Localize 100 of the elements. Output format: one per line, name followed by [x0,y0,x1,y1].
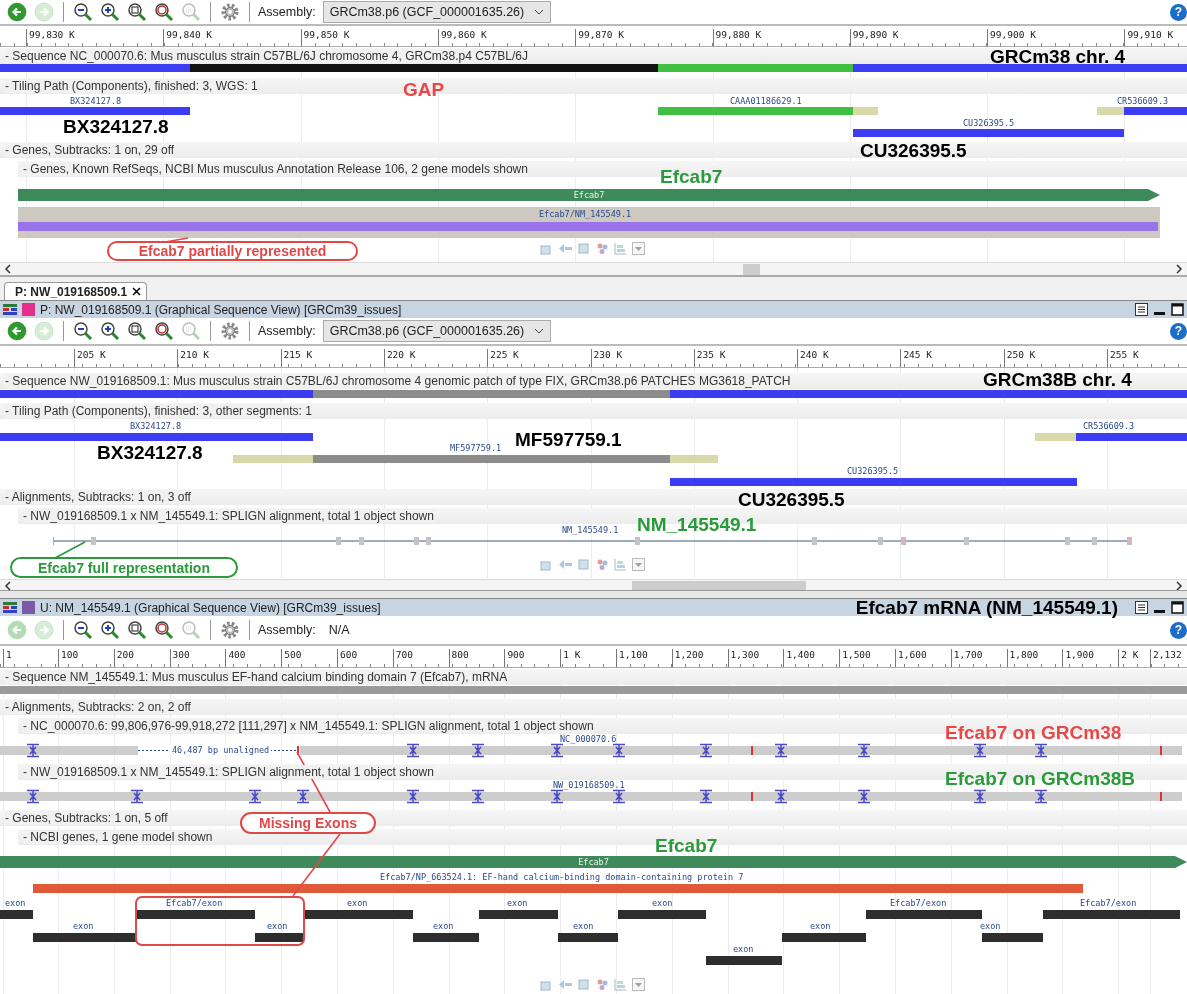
exon-bar[interactable] [255,933,303,942]
maximize-icon[interactable] [1171,303,1184,316]
zoom-out-icon[interactable] [72,320,94,342]
component-bar[interactable] [670,455,718,463]
maximize-icon[interactable] [1171,601,1184,614]
scrollbar[interactable] [0,262,1187,275]
track-title[interactable]: - Tiling Path (Components), finished: 3, other segments: 1 [5,404,312,418]
copy-icon[interactable] [540,978,553,991]
dots-icon[interactable] [596,978,609,991]
transcript-bar[interactable] [18,222,1158,231]
scroll-right-icon[interactable] [1174,264,1184,274]
exon-bar[interactable] [782,933,866,942]
list-icon[interactable] [1135,601,1148,614]
zoom-marker-icon[interactable] [153,1,175,23]
settings-icon[interactable] [219,320,241,342]
layout-icon[interactable] [614,558,627,571]
track-title[interactable]: - Tiling Path (Components), finished: 3, WGS: 1 [5,79,258,93]
back-icon[interactable] [6,1,28,23]
scrollbar-thumb[interactable] [743,264,760,275]
dropdown-icon[interactable] [632,242,645,255]
track-title[interactable]: - Sequence NC_000070.6: Mus musculus strain C57BL/6J chromosome 4, GRCm38.p4 C57BL/6J [5,49,528,63]
track-title[interactable]: - Genes, Known RefSeqs, NCBI Mus musculus Annotation Release 106, 2 gene models shown [23,162,528,176]
move-icon[interactable] [558,978,573,991]
track-title[interactable]: - NCBI genes, 1 gene model shown [23,830,213,844]
track-title[interactable]: - Sequence NW_019168509.1: Mus musculus strain C57BL/6J chromosome 4 genomic patch of type FIX, GRCm38.p6 PATCHES MG3618_PATCH [5,374,791,388]
dots-icon[interactable] [596,242,609,255]
track-title[interactable]: - Alignments, Subtracks: 1 on, 3 off [5,490,191,504]
help-button[interactable]: ? [1170,621,1187,639]
zoom-fit-icon[interactable] [126,1,148,23]
copy-icon[interactable] [540,242,553,255]
scroll-left-icon[interactable] [3,264,13,274]
dropdown-icon[interactable] [632,978,645,991]
component-bar[interactable] [853,129,1124,137]
protein-bar[interactable] [33,884,1083,893]
track-title[interactable]: - Sequence NM_145549.1: Mus musculus EF-hand calcium binding domain 7 (Efcab7), mRNA [5,670,508,684]
component-bar[interactable] [0,433,313,441]
exon-bar[interactable] [413,933,479,942]
track-title[interactable]: - Genes, Subtracks: 1 on, 5 off [5,811,168,825]
exon-bar[interactable] [706,956,782,965]
close-icon[interactable] [132,287,142,296]
frame-icon[interactable] [578,242,591,255]
assembly-dropdown[interactable]: GRCm38.p6 (GCF_000001635.26) [322,1,552,23]
zoom-fit-icon[interactable] [126,619,148,641]
callout: Missing Exons [240,812,376,834]
exon-bar[interactable] [866,910,982,919]
track-title[interactable]: - NW_019168509.1 x NM_145549.1: SPLIGN alignment, total 1 object shown [23,509,434,523]
copy-icon[interactable] [540,558,553,571]
help-button[interactable]: ? [1170,322,1187,340]
track-title[interactable]: - Genes, Subtracks: 1 on, 29 off [5,143,175,157]
help-button[interactable]: ? [1170,3,1187,21]
component-bar[interactable] [1097,107,1124,115]
list-icon[interactable] [1135,303,1148,316]
zoom-out-icon[interactable] [72,619,94,641]
layout-icon[interactable] [614,978,627,991]
component-bar[interactable] [0,107,190,115]
callout: Efcab7 partially represented [107,241,358,261]
exon-bar[interactable] [618,910,706,919]
ruler-label: 1,400 [783,649,815,667]
exon-bar[interactable] [137,910,255,919]
scroll-left-icon[interactable] [3,581,13,590]
zoom-fit-icon[interactable] [126,320,148,342]
scrollbar-thumb[interactable] [632,581,806,590]
track-title[interactable]: - Alignments, Subtracks: 2 on, 2 off [5,700,191,714]
layout-icon[interactable] [614,242,627,255]
exon-bar[interactable] [479,910,558,919]
exon-bar[interactable] [1043,910,1180,919]
zoom-out-icon[interactable] [72,1,94,23]
settings-icon[interactable] [219,1,241,23]
scroll-right-icon[interactable] [1174,581,1184,590]
component-bar[interactable] [670,478,1077,486]
exon-bar[interactable] [558,933,618,942]
exon-bar[interactable] [33,933,137,942]
dropdown-icon[interactable] [632,558,645,571]
dots-icon[interactable] [596,558,609,571]
assembly-dropdown[interactable]: GRCm38.p6 (GCF_000001635.26) [322,320,552,342]
exon-bar[interactable] [305,910,413,919]
component-bar[interactable] [1076,433,1187,441]
component-bar[interactable] [853,107,878,115]
zoom-in-icon[interactable] [99,1,121,23]
back-icon[interactable] [6,320,28,342]
component-bar[interactable] [1035,433,1076,441]
component-bar[interactable] [313,455,670,463]
component-bar[interactable] [233,455,313,463]
track-title[interactable]: - NC_000070.6: 99,806,976-99,918,272 [111,297] x NM_145549.1: SPLIGN alignment, total 1 object shown [23,719,594,733]
move-icon[interactable] [558,242,573,255]
component-bar[interactable] [658,107,853,115]
frame-icon[interactable] [578,978,591,991]
annotation-label: GRCm38B chr. 4 [983,370,1132,390]
exon-bar[interactable] [982,933,1043,942]
settings-icon[interactable] [219,619,241,641]
zoom-in-icon[interactable] [99,619,121,641]
move-icon[interactable] [558,558,573,571]
exon-bar[interactable] [0,910,33,919]
track-title[interactable]: - NW_019168509.1 x NM_145549.1: SPLIGN alignment, total 1 object shown [23,765,434,779]
component-bar[interactable] [1124,107,1187,115]
zoom-marker-icon[interactable] [153,619,175,641]
tab[interactable]: P: NW_019168509.1 [4,282,148,300]
zoom-marker-icon[interactable] [153,320,175,342]
frame-icon[interactable] [578,558,591,571]
zoom-in-icon[interactable] [99,320,121,342]
